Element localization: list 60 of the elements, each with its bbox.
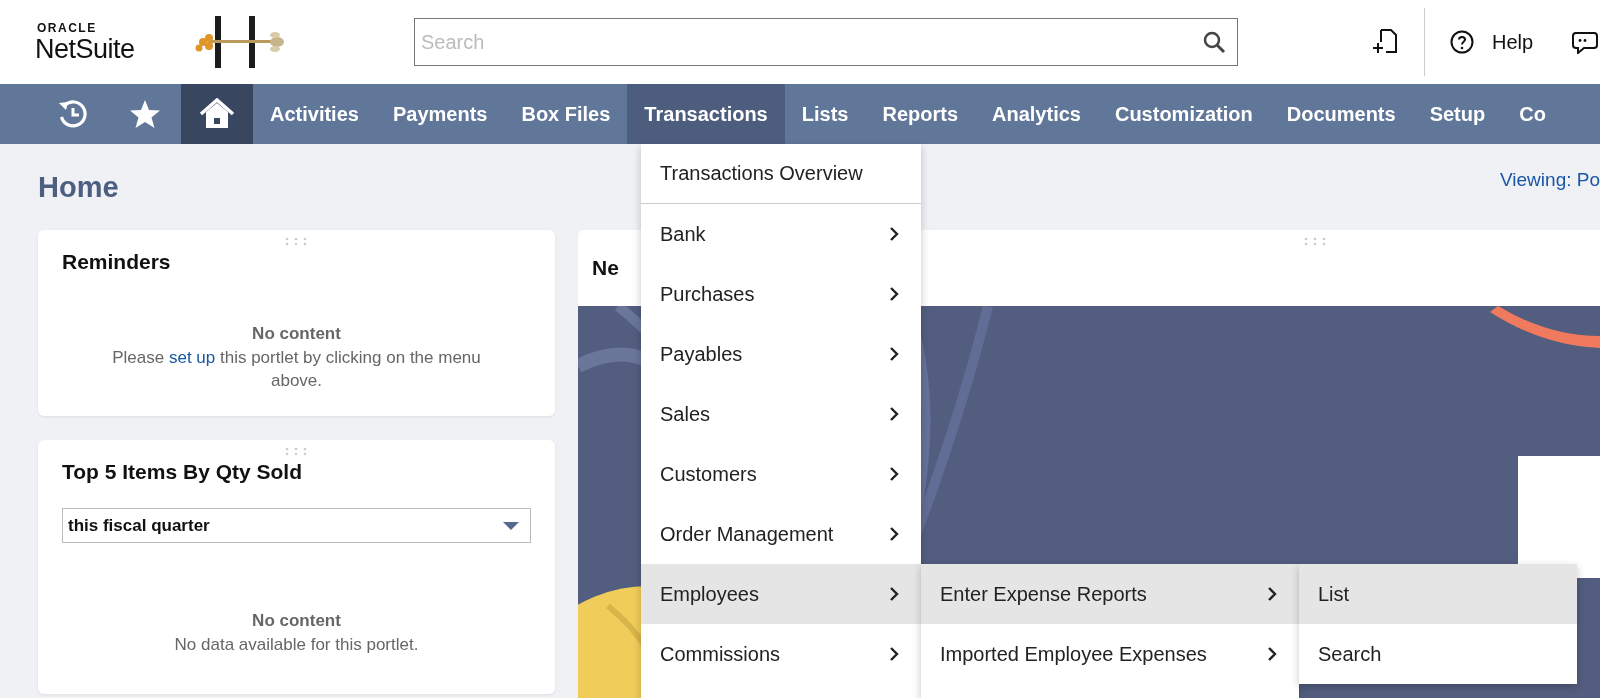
set-up-link[interactable]: set up (168, 348, 216, 367)
empty-title: No content (252, 611, 341, 631)
help-link[interactable]: Help (1492, 30, 1534, 54)
nav-tab[interactable]: Activities (253, 84, 376, 144)
chevron-right-icon (889, 586, 899, 602)
home-icon[interactable] (199, 98, 235, 130)
empty-message: Please set up this portlet by clicking on the menu above. (111, 347, 482, 392)
search-field[interactable]: Search (414, 18, 1238, 66)
chevron-right-icon (889, 646, 899, 662)
nav-tab[interactable]: Setup (1412, 84, 1503, 144)
nav-tab[interactable]: Payments (375, 84, 505, 144)
menu-item[interactable]: Search (1299, 624, 1577, 684)
chevron-right-icon (889, 286, 899, 302)
drag-handle-icon[interactable] (285, 237, 307, 246)
page-title: Home (38, 170, 119, 204)
portlet-title: Top 5 Items By Qty Sold (62, 460, 303, 484)
dropdown-caret-icon[interactable] (502, 520, 520, 531)
star-icon[interactable] (129, 98, 161, 130)
brand-wordmark-small: ORACLE (37, 21, 98, 34)
menu-item[interactable]: Sales (641, 384, 921, 444)
menu-item[interactable]: Commissions (641, 624, 921, 684)
chevron-right-icon (889, 226, 899, 242)
help-icon[interactable] (1450, 30, 1474, 54)
chevron-right-icon (889, 346, 899, 362)
menu-item[interactable]: Imported Employee Expenses (921, 624, 1299, 684)
menu-item[interactable]: List (1299, 564, 1577, 624)
nav-tab[interactable]: Box Files (504, 84, 628, 144)
empty-message: No data available for this portlet. (174, 634, 419, 656)
menu-item[interactable]: Bank (641, 204, 921, 264)
chevron-right-icon (1267, 586, 1277, 602)
nav-tab[interactable]: Lists (784, 84, 866, 144)
nav-tab[interactable]: Transactions (627, 84, 785, 144)
menu-item[interactable]: Customers (641, 444, 921, 504)
viewing-link[interactable]: Viewing: Po (1500, 168, 1600, 191)
menu-item[interactable]: Payables (641, 324, 921, 384)
nav-tab[interactable]: Documents (1269, 84, 1413, 144)
chevron-right-icon (889, 406, 899, 422)
search-icon[interactable] (1202, 30, 1226, 54)
nav-tab[interactable]: Customization (1097, 84, 1270, 144)
menu-item[interactable]: Employees (641, 564, 921, 624)
menu-item[interactable]: Purchases (641, 264, 921, 324)
new-document-icon[interactable] (1372, 28, 1398, 56)
nav-home-button[interactable] (181, 84, 253, 144)
menu-item[interactable]: Order Management (641, 504, 921, 564)
chevron-right-icon (889, 526, 899, 542)
period-select[interactable]: this fiscal quarter (62, 508, 531, 543)
nav-tab[interactable]: Reports (865, 84, 975, 144)
drag-handle-icon[interactable] (1304, 237, 1326, 246)
portlet-title: Ne (592, 256, 620, 280)
portlet-title: Reminders (62, 250, 172, 274)
chevron-right-icon (1267, 646, 1277, 662)
nav-tab[interactable]: Co (1502, 84, 1563, 144)
drag-handle-icon[interactable] (285, 447, 307, 456)
nav-tab[interactable]: Analytics (975, 84, 1098, 144)
empty-title: No content (252, 324, 341, 344)
menu-item[interactable]: Transactions Overview (641, 144, 921, 204)
brand-wordmark: NetSuite (35, 35, 136, 63)
menu-item[interactable]: Enter Expense Reports (921, 564, 1299, 624)
chat-icon[interactable] (1572, 30, 1599, 54)
chevron-right-icon (889, 466, 899, 482)
